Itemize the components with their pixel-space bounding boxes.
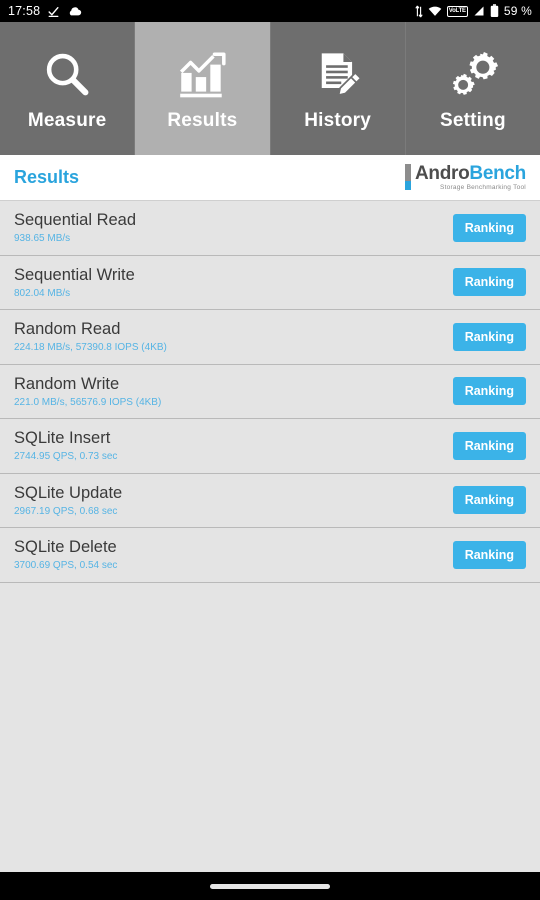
ranking-button[interactable]: Ranking [452, 377, 526, 406]
ranking-button[interactable]: Ranking [452, 431, 526, 460]
result-value: 802.04 MB/s [14, 287, 71, 299]
document-pencil-icon [308, 46, 368, 104]
row-texts: Random Write 221.0 MB/s, 56576.9 IOPS (4… [14, 375, 161, 408]
page-header: Results AndroBench Storage Benchmarking … [0, 155, 540, 201]
volte-icon: VoLTE [446, 5, 468, 17]
result-title: Random Write [14, 374, 120, 393]
status-bar-left: 17:58 [8, 4, 82, 18]
result-title: Random Read [14, 320, 121, 339]
magnifier-icon [37, 46, 97, 104]
result-title: SQLite Delete [14, 538, 117, 557]
content-area: Results AndroBench Storage Benchmarking … [0, 155, 540, 872]
table-row[interactable]: SQLite Update 2967.19 QPS, 0.68 sec Rank… [0, 473, 540, 528]
table-row[interactable]: Random Write 221.0 MB/s, 56576.9 IOPS (4… [0, 364, 540, 419]
table-row[interactable]: Sequential Read 938.65 MB/s Ranking [0, 201, 540, 256]
table-row[interactable]: SQLite Insert 2744.95 QPS, 0.73 sec Rank… [0, 419, 540, 474]
table-row[interactable]: Random Read 224.18 MB/s, 57390.8 IOPS (4… [0, 310, 540, 365]
tab-results-label: Results [167, 109, 238, 131]
row-texts: SQLite Update 2967.19 QPS, 0.68 sec [14, 484, 122, 517]
battery-percent: 59 % [503, 4, 532, 18]
ranking-button[interactable]: Ranking [452, 486, 526, 515]
battery-icon [490, 4, 499, 18]
table-row[interactable]: SQLite Delete 3700.69 QPS, 0.54 sec Rank… [0, 528, 540, 583]
download-check-icon [47, 5, 60, 18]
list-empty-space [0, 582, 540, 872]
tab-measure-label: Measure [27, 109, 107, 131]
cloud-icon [67, 5, 82, 17]
app-root: 17:58 VoLTE 59 % Measure Results History… [0, 0, 540, 900]
result-value: 221.0 MB/s, 56576.9 IOPS (4KB) [14, 396, 162, 408]
result-title: SQLite Insert [14, 429, 111, 448]
bar-chart-icon [172, 46, 232, 104]
row-texts: Sequential Write 802.04 MB/s [14, 266, 135, 299]
result-value: 2967.19 QPS, 0.68 sec [14, 505, 118, 517]
data-transfer-icon [415, 5, 423, 18]
row-texts: SQLite Delete 3700.69 QPS, 0.54 sec [14, 538, 117, 571]
gesture-handle[interactable] [210, 883, 330, 889]
ranking-button[interactable]: Ranking [452, 322, 526, 351]
wifi-icon [428, 5, 442, 17]
system-navigation-bar [0, 872, 540, 900]
androbench-logo: AndroBench Storage Benchmarking Tool [404, 163, 526, 192]
main-tab-bar: Measure Results History Setting [0, 22, 540, 155]
ranking-button[interactable]: Ranking [452, 213, 526, 242]
page-title: Results [14, 167, 80, 187]
logo-bar-icon [404, 163, 411, 190]
result-value: 3700.69 QPS, 0.54 sec [14, 560, 118, 572]
result-value: 2744.95 QPS, 0.73 sec [14, 451, 118, 463]
result-value: 224.18 MB/s, 57390.8 IOPS (4KB) [14, 342, 167, 354]
logo-word-bench: Bench [469, 162, 526, 184]
row-texts: SQLite Insert 2744.95 QPS, 0.73 sec [14, 429, 117, 462]
result-value: 938.65 MB/s [14, 233, 71, 245]
tab-setting-label: Setting [439, 109, 506, 131]
table-row[interactable]: Sequential Write 802.04 MB/s Ranking [0, 255, 540, 310]
tab-history[interactable]: History [270, 22, 406, 155]
signal-icon [473, 5, 485, 17]
tab-setting[interactable]: Setting [405, 22, 540, 155]
tab-history-label: History [304, 109, 372, 131]
status-time: 17:58 [8, 4, 41, 18]
row-texts: Sequential Read 938.65 MB/s [14, 211, 136, 244]
tab-results[interactable]: Results [135, 22, 271, 155]
result-title: Sequential Read [14, 211, 137, 230]
logo-text: AndroBench Storage Benchmarking Tool [415, 164, 526, 192]
ranking-button[interactable]: Ranking [452, 268, 526, 297]
logo-tagline: Storage Benchmarking Tool [440, 183, 526, 191]
status-bar-right: VoLTE 59 % [415, 4, 532, 18]
ranking-button[interactable]: Ranking [452, 540, 526, 569]
tab-measure[interactable]: Measure [0, 22, 136, 155]
result-title: SQLite Update [14, 483, 123, 502]
row-texts: Random Read 224.18 MB/s, 57390.8 IOPS (4… [14, 320, 167, 353]
results-list: Sequential Read 938.65 MB/s Ranking Sequ… [0, 201, 540, 583]
status-bar: 17:58 VoLTE 59 % [0, 0, 540, 22]
result-title: Sequential Write [14, 265, 135, 284]
logo-wordmark: AndroBench [415, 164, 526, 183]
logo-word-andro: Andro [414, 162, 470, 184]
gears-icon [443, 46, 503, 104]
